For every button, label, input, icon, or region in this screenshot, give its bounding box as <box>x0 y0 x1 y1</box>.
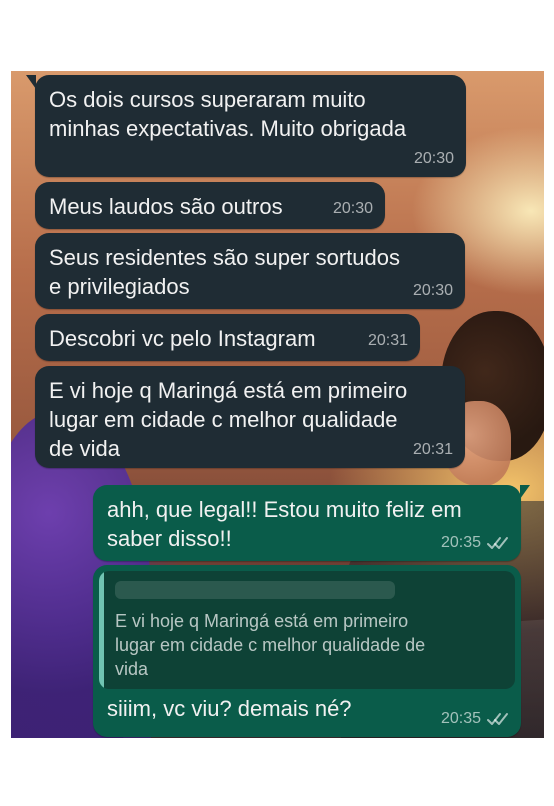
message-bubble-outgoing[interactable]: ahh, que legal!! Estou muito feliz em sa… <box>93 485 530 561</box>
message-bubble-incoming[interactable]: Descobri vc pelo Instagram 20:31 <box>35 314 420 361</box>
message-text: Os dois cursos superaram muito minhas ex… <box>49 87 407 141</box>
message-meta: 20:35 <box>441 528 509 557</box>
quoted-text: E vi hoje q Maringá está em primeiro lug… <box>115 611 426 679</box>
message-meta: 20:30 <box>414 144 454 173</box>
message-text: E vi hoje q Maringá está em primeiro lug… <box>49 378 408 461</box>
quoted-author-redacted <box>115 581 395 599</box>
quoted-message[interactable]: E vi hoje q Maringá está em primeiro lug… <box>99 571 515 689</box>
quote-accent-bar <box>99 571 104 689</box>
message-time: 20:31 <box>367 332 408 349</box>
message-text: siiim, vc viu? demais né? <box>107 696 352 721</box>
message-time: 20:31 <box>412 441 453 458</box>
message-text: Descobri vc pelo Instagram <box>49 326 316 351</box>
message-time: 20:30 <box>332 200 373 217</box>
message-time: 20:35 <box>440 534 481 551</box>
message-meta: 20:31 <box>368 326 408 355</box>
message-meta: 20:30 <box>413 276 453 305</box>
message-bubble-incoming[interactable]: Seus residentes são super sortudos e pri… <box>35 233 465 309</box>
message-bubble-outgoing-reply[interactable]: E vi hoje q Maringá está em primeiro lug… <box>93 565 521 737</box>
double-check-icon <box>487 712 508 725</box>
message-bubble-incoming[interactable]: E vi hoje q Maringá está em primeiro lug… <box>35 366 465 468</box>
message-meta: 20:30 <box>333 194 373 223</box>
double-check-icon <box>487 536 508 549</box>
message-bubble-incoming[interactable]: Os dois cursos superaram muito minhas ex… <box>26 75 466 177</box>
message-time: 20:30 <box>412 282 453 299</box>
message-time: 20:30 <box>413 150 454 167</box>
message-time: 20:35 <box>440 710 481 727</box>
message-text: Meus laudos são outros <box>49 194 283 219</box>
message-text: Seus residentes são super sortudos e pri… <box>49 245 400 299</box>
message-meta: 20:35 <box>441 704 509 733</box>
chat-view: Os dois cursos superaram muito minhas ex… <box>11 71 544 738</box>
message-bubble-incoming[interactable]: Meus laudos são outros 20:30 <box>35 182 385 229</box>
message-meta: 20:31 <box>413 435 453 464</box>
